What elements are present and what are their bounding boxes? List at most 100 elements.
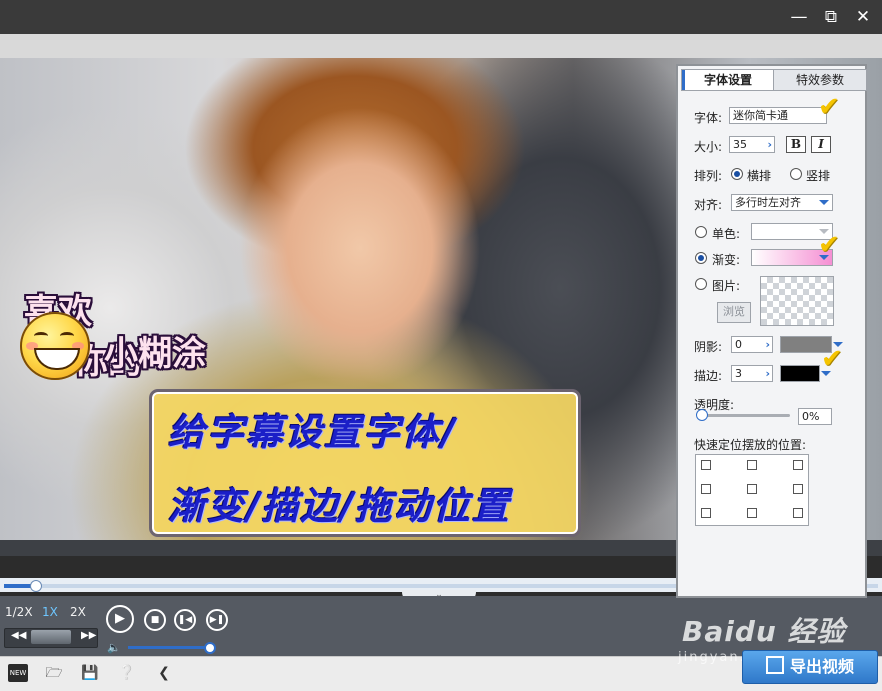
horizontal-label[interactable]: 横排 (747, 167, 771, 184)
chevron-down-icon[interactable] (819, 200, 829, 205)
speed-slider[interactable]: ◀◀ ▶▶ (4, 628, 98, 648)
panel-tabs: 字体设置 特效参数 (681, 69, 867, 91)
stroke-color-picker[interactable] (780, 365, 820, 382)
smiley-sticker[interactable] (20, 312, 90, 380)
export-icon (765, 656, 784, 674)
volume-slider[interactable] (128, 646, 210, 649)
watermark-text: Baidu 经验 (682, 615, 846, 648)
stop-button[interactable]: ■ (144, 609, 166, 631)
align-select[interactable]: 多行时左对齐 (731, 194, 833, 211)
solid-color-picker[interactable] (751, 223, 833, 240)
shadow-label: 阴影: (694, 340, 723, 354)
new-icon[interactable]: NEW (8, 664, 28, 682)
opacity-value-field[interactable]: 0% (798, 408, 832, 425)
speed-half[interactable]: 1/2X (5, 605, 33, 619)
gradient-label: 渐变: (712, 253, 741, 267)
position-top-center[interactable] (747, 460, 757, 470)
align-label: 对齐: (694, 198, 723, 212)
volume-icon[interactable]: 🔈 (107, 641, 121, 654)
browse-button[interactable]: 浏览 (717, 302, 751, 323)
quick-position-grid (695, 454, 809, 526)
close-icon[interactable]: ✕ (850, 6, 876, 28)
image-preview (760, 276, 834, 326)
position-top-right[interactable] (793, 460, 803, 470)
subtitle-line-1: 给字幕设置字体/ (168, 410, 457, 454)
volume-thumb[interactable] (204, 642, 216, 654)
opacity-value: 0% (802, 410, 820, 423)
vertical-radio[interactable] (790, 168, 802, 180)
horizontal-radio[interactable] (731, 168, 743, 180)
stroke-value: 3 (735, 367, 742, 380)
font-value: 迷你简卡通 (733, 109, 788, 122)
subtitle-line-2: 渐变/描边/拖动位置 (168, 484, 512, 528)
position-bottom-right[interactable] (793, 508, 803, 518)
rewind-icon[interactable]: ◀◀ (11, 630, 26, 641)
position-middle-left[interactable] (701, 484, 711, 494)
gradient-radio[interactable] (695, 252, 707, 264)
chevron-right-icon[interactable]: › (765, 366, 770, 381)
top-strip (0, 34, 882, 58)
font-label: 字体: (694, 111, 723, 125)
play-icon: ▶ (115, 611, 125, 626)
stroke-label: 描边: (694, 369, 723, 383)
minimize-icon[interactable]: — (786, 6, 812, 28)
next-frame-button[interactable]: ▶❚ (206, 609, 228, 631)
save-icon[interactable]: 💾 (80, 664, 100, 682)
stroke-stepper[interactable]: 3 › (731, 365, 773, 382)
shadow-color-picker[interactable] (780, 336, 843, 353)
speed-slider-knob[interactable] (31, 630, 71, 644)
previous-icon: ❚◀ (177, 615, 193, 625)
help-icon[interactable]: ❔ (117, 664, 137, 682)
speed-normal[interactable]: 1X (42, 605, 58, 619)
bold-button[interactable]: B (786, 136, 806, 153)
export-label: 导出视频 (789, 657, 854, 676)
speed-double[interactable]: 2X (70, 605, 86, 619)
restore-icon[interactable]: ⧉ (818, 6, 844, 28)
vertical-label[interactable]: 竖排 (806, 167, 830, 184)
sticker-line-3[interactable]: 小糊涂 (104, 326, 206, 375)
title-bar: — ⧉ ✕ (0, 0, 882, 34)
solid-color-label: 单色: (712, 227, 741, 241)
chevron-down-icon[interactable] (821, 371, 831, 376)
size-stepper[interactable]: 35 › (729, 136, 775, 153)
tab-effect-params[interactable]: 特效参数 (773, 69, 867, 91)
font-select[interactable]: 迷你简卡通 (729, 107, 827, 124)
italic-button[interactable]: I (811, 136, 831, 153)
share-icon[interactable]: ❮ (154, 664, 174, 682)
image-radio[interactable] (695, 278, 707, 290)
shadow-value: 0 (735, 338, 742, 351)
chevron-down-icon[interactable] (833, 342, 843, 347)
play-button[interactable]: ▶ (106, 605, 134, 633)
align-value: 多行时左对齐 (735, 196, 801, 209)
export-video-button[interactable]: 导出视频 (742, 650, 878, 684)
chevron-right-icon[interactable]: › (765, 337, 770, 352)
previous-frame-button[interactable]: ❚◀ (174, 609, 196, 631)
solid-color-radio[interactable] (695, 226, 707, 238)
opacity-slider[interactable] (698, 414, 790, 417)
position-middle-right[interactable] (793, 484, 803, 494)
position-bottom-left[interactable] (701, 508, 711, 518)
chevron-down-icon[interactable] (819, 229, 829, 234)
fast-forward-icon[interactable]: ▶▶ (81, 630, 96, 641)
gradient-color-picker[interactable] (751, 249, 833, 266)
stop-icon: ■ (150, 615, 160, 625)
chevron-down-icon[interactable] (819, 255, 829, 260)
seek-thumb[interactable] (29, 580, 42, 592)
chevron-right-icon[interactable]: › (767, 137, 772, 152)
quick-position-label: 快速定位摆放的位置: (694, 438, 807, 452)
position-bottom-center[interactable] (747, 508, 757, 518)
arrange-label: 排列: (694, 169, 723, 183)
tab-font-settings[interactable]: 字体设置 (681, 69, 775, 91)
watermark: Baidu 经验 (680, 596, 876, 656)
open-folder-icon[interactable]: 🗁 (44, 664, 64, 682)
size-value: 35 (733, 138, 747, 151)
tab-divider (681, 90, 863, 91)
opacity-thumb[interactable] (696, 409, 708, 421)
subtitle-box[interactable]: 给字幕设置字体/ 渐变/描边/拖动位置 (149, 389, 581, 537)
shadow-stepper[interactable]: 0 › (731, 336, 773, 353)
size-label: 大小: (694, 140, 723, 154)
font-settings-panel: 字体设置 特效参数 字体: 迷你简卡通 ✔ 大小: 35 › B I 排列: 横排… (676, 64, 867, 598)
next-icon: ▶❚ (209, 615, 225, 625)
position-top-left[interactable] (701, 460, 711, 470)
position-middle-center[interactable] (747, 484, 757, 494)
